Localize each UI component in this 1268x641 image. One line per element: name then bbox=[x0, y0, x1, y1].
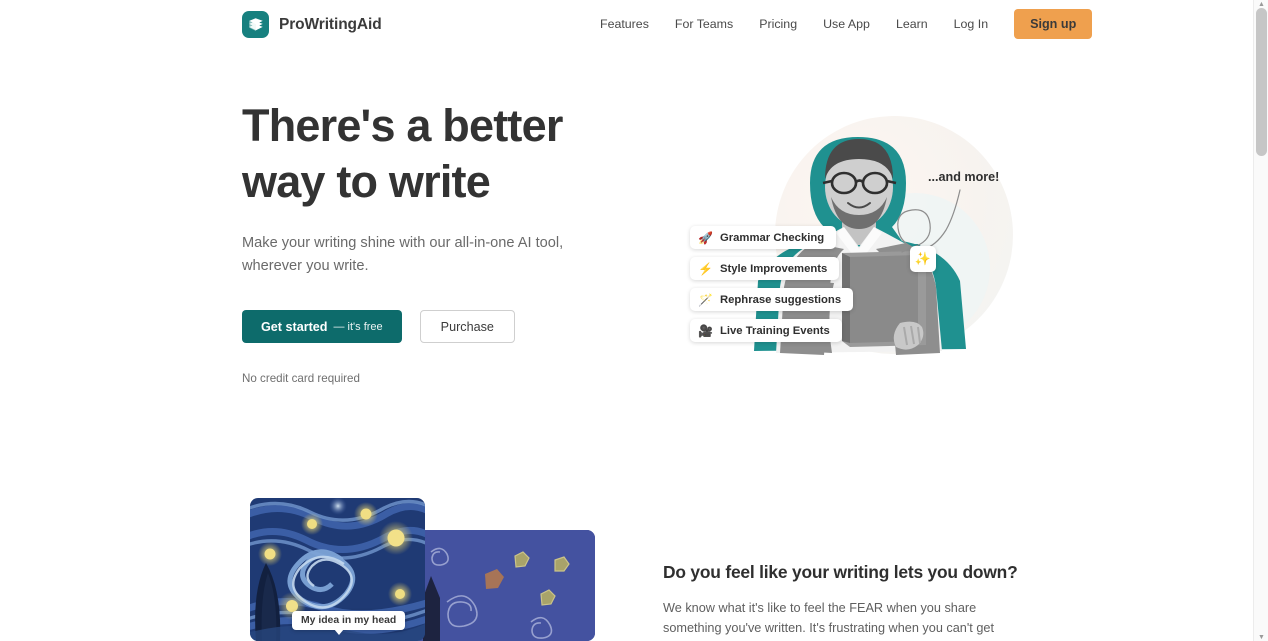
feature-chip-label: Style Improvements bbox=[719, 262, 828, 275]
lightning-icon: ⚡ bbox=[698, 261, 713, 276]
section-body: We know what it's like to feel the FEAR … bbox=[663, 601, 994, 635]
hero-title-line-1: There's a better bbox=[242, 100, 563, 151]
feature-chip-live-training-events[interactable]: 🎥 Live Training Events bbox=[690, 319, 842, 342]
nav-link-learn[interactable]: Learn bbox=[896, 11, 928, 37]
flat-painting-panel bbox=[413, 530, 595, 641]
hero-text-block: There's a better way to write Make your … bbox=[242, 98, 642, 385]
and-more-label: ...and more! bbox=[928, 170, 1000, 184]
hero-title-line-2: way to write bbox=[242, 156, 491, 207]
landing-page: ProWritingAid Features For Teams Pricing… bbox=[0, 0, 1268, 641]
rocket-icon: 🚀 bbox=[698, 230, 713, 245]
scroll-down-arrow-icon[interactable]: ▼ bbox=[1254, 633, 1268, 641]
feature-chip-label: Live Training Events bbox=[719, 324, 830, 337]
site-header: ProWritingAid Features For Teams Pricing… bbox=[0, 0, 1253, 48]
sparkles-glyph: ✨ bbox=[914, 251, 932, 266]
vertical-scrollbar[interactable]: ▲ ▼ bbox=[1253, 0, 1268, 641]
movie-camera-icon: 🎥 bbox=[698, 323, 713, 338]
nav-link-for-teams[interactable]: For Teams bbox=[675, 11, 733, 37]
nav-link-log-in[interactable]: Log In bbox=[954, 11, 988, 37]
nav-link-use-app[interactable]: Use App bbox=[823, 11, 870, 37]
sparkles-icon: ✨ bbox=[910, 246, 936, 272]
sign-up-button[interactable]: Sign up bbox=[1014, 9, 1093, 39]
page-title: There's a better way to write bbox=[242, 98, 642, 210]
hero-cta-group: Get started — it's free Purchase bbox=[242, 310, 642, 343]
brand-logo-link[interactable]: ProWritingAid bbox=[242, 11, 382, 38]
idea-callout-label: My idea in my head bbox=[292, 611, 406, 635]
feature-chip-list: 🚀 Grammar Checking ⚡ Style Improvements … bbox=[690, 226, 854, 342]
writing-comparison-illustration: My idea in my head bbox=[250, 498, 595, 641]
hero-subtitle: Make your writing shine with our all-in-… bbox=[242, 235, 564, 274]
get-started-label: Get started bbox=[261, 319, 328, 334]
magic-wand-icon: 🪄 bbox=[698, 292, 713, 307]
feature-chip-rephrase-suggestions[interactable]: 🪄 Rephrase suggestions bbox=[690, 288, 854, 311]
hero-illustration: ...and more! ✨ 🚀 Grammar Checking ⚡ Styl… bbox=[660, 98, 1030, 398]
section-writing-lets-you-down: Do you feel like your writing lets you d… bbox=[663, 562, 1018, 641]
nav-link-pricing[interactable]: Pricing bbox=[759, 11, 797, 37]
feature-chip-label: Grammar Checking bbox=[719, 231, 825, 244]
main-nav: Features For Teams Pricing Use App Learn… bbox=[600, 0, 1093, 48]
scroll-up-arrow-icon[interactable]: ▲ bbox=[1254, 0, 1268, 8]
nav-link-features[interactable]: Features bbox=[600, 11, 649, 37]
scrollbar-thumb[interactable] bbox=[1256, 8, 1267, 156]
feature-chip-label: Rephrase suggestions bbox=[719, 293, 842, 306]
feature-chip-grammar-checking[interactable]: 🚀 Grammar Checking bbox=[690, 226, 837, 249]
brand-name: ProWritingAid bbox=[279, 15, 382, 33]
get-started-suffix: — it's free bbox=[333, 320, 383, 333]
feature-chip-style-improvements[interactable]: ⚡ Style Improvements bbox=[690, 257, 840, 280]
purchase-button[interactable]: Purchase bbox=[419, 310, 515, 343]
get-started-button[interactable]: Get started — it's free bbox=[242, 310, 402, 343]
section-title: Do you feel like your writing lets you d… bbox=[663, 562, 1018, 582]
book-logo-icon bbox=[242, 11, 269, 38]
no-credit-card-note: No credit card required bbox=[242, 372, 360, 385]
